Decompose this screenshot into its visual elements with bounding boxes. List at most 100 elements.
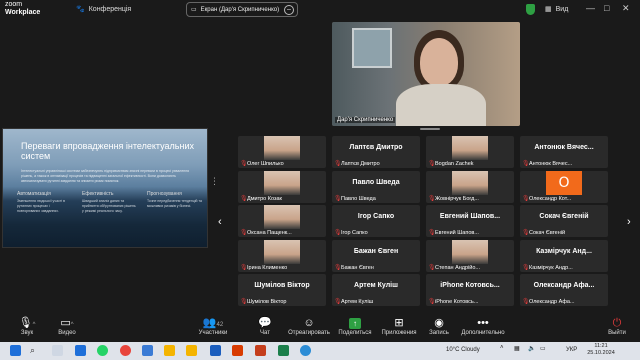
whatsapp-icon[interactable] bbox=[97, 345, 108, 356]
participant-video bbox=[264, 239, 300, 264]
word-icon[interactable] bbox=[210, 345, 221, 356]
gallery-view: 🎙 Олег Шпилько Лаптєв Дмитро 🎙 Лаптєв Дмитро… bbox=[238, 136, 612, 310]
participant-tile[interactable]: 🎙 Жовнірчук Богд... bbox=[426, 170, 514, 203]
participant-name-label: 🎙 Сокач Євгеній bbox=[522, 230, 566, 236]
participant-display-name: Лаптєв Дмитро bbox=[349, 144, 403, 151]
slide-column: Ефективність Швидший аналіз даних та при… bbox=[82, 191, 136, 213]
collapse-handle-icon[interactable]: ⋮ bbox=[210, 176, 219, 186]
participant-display-name: Антонюк Вячес... bbox=[534, 144, 594, 151]
participant-display-name: Казмірчук Анд... bbox=[536, 247, 592, 255]
zoom-logo: zoom Workplace bbox=[5, 1, 41, 16]
clock[interactable]: 11:21 25.10.2024 bbox=[586, 343, 616, 357]
minimize-button[interactable]: — bbox=[586, 3, 595, 13]
participant-name-label: 🎙 Ірина Клименко bbox=[240, 264, 288, 271]
maximize-button[interactable]: □ bbox=[604, 3, 609, 13]
camera-icon: ▭^ bbox=[60, 317, 74, 329]
participant-tile[interactable]: iPhone Котовсь... 🎙 iPhone Котовсь... bbox=[426, 274, 514, 306]
muted-mic-icon: 🎙 bbox=[522, 195, 530, 202]
muted-mic-icon: 🎙 bbox=[428, 299, 436, 305]
share-button[interactable]: ↑ Поделиться bbox=[330, 316, 380, 336]
app-icon[interactable] bbox=[142, 345, 153, 356]
folder-icon[interactable] bbox=[186, 345, 197, 356]
excel-icon[interactable] bbox=[278, 345, 289, 356]
muted-mic-icon: 🎙 bbox=[522, 161, 530, 167]
participant-video bbox=[452, 170, 488, 195]
react-button[interactable]: ☺ Отреагировать bbox=[284, 316, 334, 336]
participant-tile[interactable]: Лаптєв Дмитро 🎙 Лаптєв Дмитро bbox=[332, 136, 420, 168]
participant-name-label: 🎙 Бажан Євген bbox=[334, 264, 374, 271]
more-button[interactable]: ••• Дополнительно bbox=[458, 316, 508, 336]
muted-mic-icon: 🎙 bbox=[522, 264, 530, 271]
participant-video bbox=[264, 170, 300, 195]
participant-display-name: Ігор Сапко bbox=[357, 213, 395, 220]
speaker-name: Дар'я Скрипниченко bbox=[335, 117, 396, 123]
participant-name-label: 🎙 Казмірчук Андр... bbox=[522, 264, 573, 271]
participant-tile[interactable]: Антонюк Вячес... 🎙 Антонюк Вячес... bbox=[520, 136, 608, 168]
paw-icon: 🐾 bbox=[76, 6, 85, 13]
participant-tile[interactable]: Казмірчук Анд... 🎙 Казмірчук Андр... bbox=[520, 239, 608, 272]
edge-icon[interactable] bbox=[300, 345, 311, 356]
muted-mic-icon: 🎙 bbox=[522, 299, 530, 305]
close-button[interactable]: ✕ bbox=[622, 3, 630, 14]
muted-mic-icon: 🎙 bbox=[334, 161, 342, 167]
weather-widget[interactable]: 10°C Cloudy bbox=[446, 347, 480, 353]
pdf-icon[interactable] bbox=[232, 345, 243, 356]
participant-tile[interactable]: 🎙 Олег Шпилько bbox=[238, 136, 326, 168]
participant-name-label: 🎙 Степан Андрійо... bbox=[428, 264, 481, 271]
participant-tile[interactable]: Ігор Сапко 🎙 Ігор Сапко bbox=[332, 205, 420, 237]
participant-name-label: 🎙 Жовнірчук Богд... bbox=[428, 195, 479, 202]
screen-share-indicator[interactable]: ▭ Екран (Дар'я Скрипниченко) – bbox=[186, 2, 298, 17]
record-button[interactable]: ◉ Запись bbox=[414, 316, 464, 336]
muted-mic-icon: 🎙 bbox=[428, 264, 436, 271]
video-button[interactable]: ▭^ Видео bbox=[42, 316, 92, 336]
participant-tile[interactable]: Бажан Євген 🎙 Бажан Євген bbox=[332, 239, 420, 272]
participant-tile[interactable]: Артем Куліш 🎙 Артем Куліш bbox=[332, 274, 420, 306]
participant-tile[interactable]: Евгений Шапов... 🎙 Евгений Шапов... bbox=[426, 205, 514, 237]
participant-name-label: 🎙 Лаптєв Дмитро bbox=[334, 161, 380, 167]
view-menu[interactable]: ▦ Вид bbox=[545, 5, 568, 14]
previous-page-icon[interactable]: ‹ bbox=[218, 216, 222, 228]
conference-menu[interactable]: 🐾 Конференція bbox=[76, 5, 131, 14]
next-page-icon[interactable]: › bbox=[627, 216, 631, 228]
file-explorer-icon[interactable] bbox=[164, 345, 175, 356]
active-speaker-video[interactable]: Дар'я Скрипниченко bbox=[332, 22, 520, 126]
zoom-taskbar-icon[interactable] bbox=[75, 345, 86, 356]
chrome-icon[interactable] bbox=[120, 345, 131, 356]
participant-tile[interactable]: 🎙 Bogdan Zachek bbox=[426, 136, 514, 168]
security-shield-icon[interactable] bbox=[526, 4, 535, 15]
windows-start-icon[interactable] bbox=[10, 345, 21, 356]
participant-tile[interactable]: 🎙 Дмитро Козак bbox=[238, 170, 326, 203]
participant-name-label: 🎙 Олег Шпилько bbox=[240, 161, 284, 167]
participant-video bbox=[452, 239, 488, 264]
participants-icon: 👥42 bbox=[202, 317, 224, 329]
chat-button[interactable]: 💬 Чат bbox=[240, 316, 290, 336]
participant-tile[interactable]: Павло Шведа 🎙 Павло Шведа bbox=[332, 170, 420, 203]
participant-tile[interactable]: Олександр Афа... 🎙 Олександр Афа... bbox=[520, 274, 608, 306]
participant-tile[interactable]: 🎙 Степан Андрійо... bbox=[426, 239, 514, 272]
muted-mic-icon: 🎙 bbox=[240, 161, 248, 167]
battery-icon[interactable]: ▭ bbox=[540, 345, 546, 352]
participant-tile[interactable]: 🎙 Оксана Пащенк... bbox=[238, 205, 326, 237]
participant-tile[interactable]: Сокач Євгеній 🎙 Сокач Євгеній bbox=[520, 205, 608, 237]
meeting-stage: Переваги впровадження інтелектуальних си… bbox=[0, 20, 640, 314]
network-icon[interactable]: ▦ bbox=[514, 345, 520, 352]
grid-icon: ▦ bbox=[545, 6, 552, 13]
participant-tile[interactable]: Шумілов Віктор 🎙 Шумілов Віктор bbox=[238, 274, 326, 306]
participant-name-label: 🎙 Шумілов Віктор bbox=[240, 299, 287, 305]
language-indicator[interactable]: УКР bbox=[566, 347, 577, 353]
task-view-icon[interactable] bbox=[52, 345, 63, 356]
search-icon[interactable]: ⌕ bbox=[30, 345, 41, 356]
volume-icon[interactable]: 🔈 bbox=[528, 345, 535, 352]
participant-tile[interactable]: 🎙 Ірина Клименко bbox=[238, 239, 326, 272]
shared-screen[interactable]: Переваги впровадження інтелектуальних си… bbox=[2, 128, 208, 248]
powerpoint-icon[interactable] bbox=[255, 345, 266, 356]
participant-display-name: Бажан Євген bbox=[353, 247, 399, 255]
stop-view-button[interactable]: – bbox=[284, 5, 294, 15]
leave-button[interactable]: ⏻ Выйти bbox=[594, 316, 640, 336]
tray-arrow-icon[interactable]: ˄ bbox=[500, 345, 504, 351]
participants-button[interactable]: 👥42 Участники bbox=[188, 316, 238, 336]
participant-display-name: Артем Куліш bbox=[354, 282, 398, 289]
participant-tile[interactable]: O 🎙 Олександр Кот... bbox=[520, 170, 608, 203]
share-screen-icon: ↑ bbox=[330, 316, 380, 330]
resize-handle[interactable] bbox=[420, 128, 440, 130]
